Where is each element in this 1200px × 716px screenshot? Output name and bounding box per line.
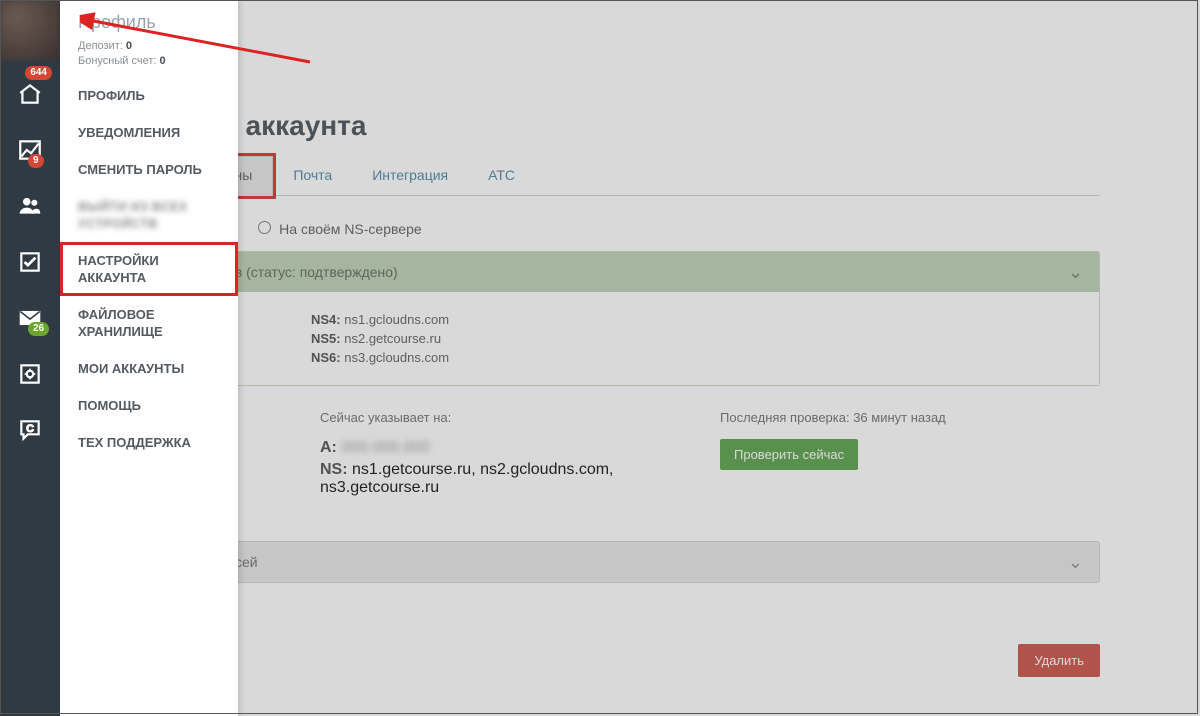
flyout-item-profile[interactable]: ПРОФИЛЬ — [60, 77, 238, 114]
ns-panel: Список NS-серверов (статус: подтверждено… — [90, 251, 1100, 386]
rail-home[interactable] — [0, 66, 60, 122]
profile-flyout: Профиль Депозит: 0 Бонусный счет: 0 ПРОФ… — [60, 0, 238, 716]
rail-tasks[interactable] — [0, 234, 60, 290]
chat-icon: C — [17, 417, 43, 443]
flyout-title: Профиль — [60, 12, 238, 39]
flyout-meta: Депозит: 0 Бонусный счет: 0 — [60, 39, 238, 69]
ns-panel-header[interactable]: Список NS-серверов (статус: подтверждено… — [91, 252, 1099, 292]
dns-now-col: Сейчас указывает на: A: 000.000.000 NS: … — [320, 410, 660, 501]
flyout-item-notifications[interactable]: УВЕДОМЛЕНИЯ — [60, 114, 238, 151]
ns-opt-own[interactable]: На своём NS-сервере — [258, 221, 421, 237]
tab-integration[interactable]: Интеграция — [352, 157, 468, 195]
rail-chat[interactable]: C — [0, 402, 60, 458]
dns-records-header[interactable]: Редактор DNS-записей ⌄ — [91, 542, 1099, 582]
chevron-down-icon: ⌄ — [1068, 552, 1083, 573]
safe-icon — [17, 361, 43, 387]
flyout-item-storage[interactable]: ФАЙЛОВОЕ ХРАНИЛИЩЕ — [60, 296, 238, 350]
check-now-button[interactable]: Проверить сейчас — [720, 439, 858, 470]
tab-ats[interactable]: АТС — [468, 157, 535, 195]
home-icon — [17, 81, 43, 107]
left-rail: 644 9 26 C — [0, 0, 60, 716]
flyout-item-support[interactable]: ТЕХ ПОДДЕРЖКА — [60, 424, 238, 461]
flyout-item-account-settings[interactable]: НАСТРОЙКИ АККАУНТА — [60, 242, 238, 296]
tab-mail[interactable]: Почта — [273, 157, 352, 195]
check-icon — [17, 249, 43, 275]
dns-records-panel: Редактор DNS-записей ⌄ — [90, 541, 1100, 583]
flyout-item-password[interactable]: СМЕНИТЬ ПАРОЛЬ — [60, 151, 238, 188]
rail-badge-mail: 26 — [28, 322, 49, 336]
delete-button[interactable]: Удалить — [1018, 644, 1100, 677]
dns-check-col: Последняя проверка: 36 минут назад Прове… — [720, 410, 946, 501]
ns-right-col: NS4: ns1.gcloudns.com NS5: ns2.getcourse… — [311, 308, 449, 369]
dns-status-row: xxxxxxxx ru Сейчас указывает на: A: 000.… — [90, 410, 1100, 501]
users-icon — [17, 193, 43, 219]
ns-panel-body: gcloudns.com NS4: ns1.gcloudns.com NS5: … — [91, 292, 1099, 385]
chevron-down-icon: ⌄ — [1068, 262, 1083, 283]
page-title: Настройки аккаунта — [90, 110, 1100, 142]
rail-stats[interactable]: 9 — [0, 122, 60, 178]
ns-opt-own-radio[interactable] — [258, 221, 271, 234]
flyout-item-help[interactable]: ПОМОЩЬ — [60, 387, 238, 424]
rail-badge-chart: 9 — [28, 154, 44, 168]
avatar[interactable] — [0, 0, 60, 60]
rail-safe[interactable] — [0, 346, 60, 402]
ns-mode-row: ○ На GetCourse ★ На своём NS-сервере — [90, 220, 1100, 237]
rail-users[interactable] — [0, 178, 60, 234]
dns-lastcheck: Последняя проверка: 36 минут назад — [720, 410, 946, 425]
flyout-list: ПРОФИЛЬ УВЕДОМЛЕНИЯ СМЕНИТЬ ПАРОЛЬ ВЫЙТИ… — [60, 77, 238, 461]
tabs: Настройки Домены Почта Интеграция АТС — [90, 156, 1100, 196]
svg-text:C: C — [26, 423, 34, 435]
bottom-row: Сохранена Вернуться к списку Удалить — [90, 633, 1100, 688]
rail-mail[interactable]: 26 — [0, 290, 60, 346]
main-content: Настройки аккаунта Настройки Домены Почт… — [90, 110, 1100, 688]
flyout-item-logout-all[interactable]: ВЫЙТИ ИЗ ВСЕХ УСТРОЙСТВ — [60, 188, 238, 242]
flyout-item-accounts[interactable]: МОИ АККАУНТЫ — [60, 350, 238, 387]
dns-now-label: Сейчас указывает на: — [320, 410, 660, 425]
